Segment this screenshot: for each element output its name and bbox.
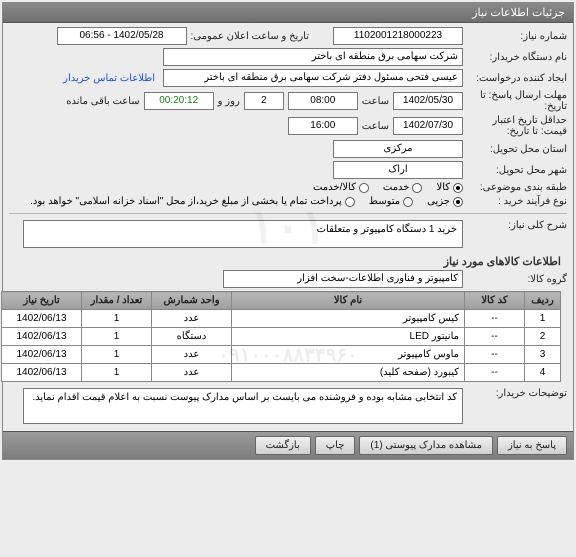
divider xyxy=(9,213,567,214)
buy-type-label: نوع فرآیند خرید : xyxy=(467,196,567,207)
table-header-row: ردیف کد کالا نام کالا واحد شمارش تعداد /… xyxy=(2,292,561,310)
group-value: کامپیوتر و فناوری اطلاعات-سخت افزار xyxy=(223,270,463,288)
need-no-label: شماره نیاز: xyxy=(467,31,567,42)
public-date-label: تاریخ و ساعت اعلان عمومی: xyxy=(191,31,310,42)
cell-code: -- xyxy=(465,364,525,382)
cell-unit: عدد xyxy=(152,346,232,364)
cell-row: 2 xyxy=(525,328,561,346)
cell-name: ماوس کامپیوتر xyxy=(232,346,465,364)
th-name: نام کالا xyxy=(232,292,465,310)
validity-time: 16:00 xyxy=(288,117,358,135)
back-button[interactable]: بازگشت xyxy=(255,436,311,455)
cell-row: 3 xyxy=(525,346,561,364)
cell-name: کیس کامپیوتر xyxy=(232,310,465,328)
cell-code: -- xyxy=(465,310,525,328)
table-row: 3--ماوس کامپیوترعدد11402/06/13 xyxy=(2,346,561,364)
desc-label: شرح کلی نیاز: xyxy=(467,220,567,231)
cell-qty: 1 xyxy=(82,328,152,346)
radio-icon xyxy=(453,183,463,193)
buy-note-check[interactable]: پرداخت تمام یا بخشی از مبلغ خرید،از محل … xyxy=(30,196,355,207)
validity-date: 1402/07/30 xyxy=(393,117,463,135)
buyer-value: شرکت سهامی برق منطقه ای باختر xyxy=(163,48,463,66)
desc-value: خرید 1 دستگاه کامپیوتر و متعلقات xyxy=(23,220,463,248)
deadline-label: مهلت ارسال پاسخ: تا تاریخ: xyxy=(467,90,567,112)
th-unit: واحد شمارش xyxy=(152,292,232,310)
cell-unit: دستگاه xyxy=(152,328,232,346)
cell-name: مانیتور LED xyxy=(232,328,465,346)
days-value: 2 xyxy=(244,92,284,110)
class-both-radio[interactable]: کالا/خدمت xyxy=(313,182,369,193)
main-panel: جزئیات اطلاعات نیاز ۱۰۱ شماره نیاز: 1102… xyxy=(2,2,574,460)
panel-header: جزئیات اطلاعات نیاز xyxy=(3,3,573,23)
th-row: ردیف xyxy=(525,292,561,310)
cell-qty: 1 xyxy=(82,310,152,328)
buy-radio-group: جزیی متوسط xyxy=(369,196,463,207)
cell-code: -- xyxy=(465,328,525,346)
buy-partial-radio[interactable]: جزیی xyxy=(427,196,463,207)
city-label: شهر محل تحویل: xyxy=(467,165,567,176)
creator-label: ایجاد کننده درخواست: xyxy=(467,73,567,84)
table-row: 2--مانیتور LEDدستگاه11402/06/13 xyxy=(2,328,561,346)
need-no-value: 1102001218000223 xyxy=(333,27,463,45)
buyer-note-value: کد انتخابی مشابه بوده و فروشنده می بایست… xyxy=(23,388,463,424)
group-label: گروه کالا: xyxy=(467,274,567,285)
cell-qty: 1 xyxy=(82,346,152,364)
buyer-note-label: توضیحات خریدار: xyxy=(467,388,567,399)
cell-date: 1402/06/13 xyxy=(2,328,82,346)
deadline-time: 08:00 xyxy=(288,92,358,110)
city-value: اراک xyxy=(333,161,463,179)
day-and: روز و xyxy=(218,96,240,107)
contact-link[interactable]: اطلاعات تماس خریدار xyxy=(63,73,155,84)
cell-unit: عدد xyxy=(152,310,232,328)
cell-unit: عدد xyxy=(152,364,232,382)
deadline-date: 1402/05/30 xyxy=(393,92,463,110)
validity-label: حداقل تاریخ اعتبار قیمت: تا تاریخ: xyxy=(467,115,567,137)
public-date-value: 1402/05/28 - 06:56 xyxy=(57,27,187,45)
panel-title: جزئیات اطلاعات نیاز xyxy=(472,7,565,19)
class-goods-radio[interactable]: کالا xyxy=(436,182,463,193)
class-service-radio[interactable]: خدمت xyxy=(383,182,423,193)
province-value: مرکزی xyxy=(333,140,463,158)
remain-time: 00:20:12 xyxy=(144,92,214,110)
table-row: 1--کیس کامپیوترعدد11402/06/13 xyxy=(2,310,561,328)
class-label: طبقه بندی موضوعی: xyxy=(467,182,567,193)
cell-date: 1402/06/13 xyxy=(2,310,82,328)
cell-code: -- xyxy=(465,346,525,364)
remain-text: ساعت باقی مانده xyxy=(66,96,139,107)
goods-section-title: اطلاعات کالاهای مورد نیاز xyxy=(9,251,567,270)
time-word-1: ساعت xyxy=(362,96,389,107)
attachments-button[interactable]: مشاهده مدارک پیوستی (1) xyxy=(359,436,493,455)
cell-date: 1402/06/13 xyxy=(2,364,82,382)
buyer-label: نام دستگاه خریدار: xyxy=(467,52,567,63)
th-date: تاریخ نیاز xyxy=(2,292,82,310)
th-code: کد کالا xyxy=(465,292,525,310)
th-qty: تعداد / مقدار xyxy=(82,292,152,310)
creator-value: عیسی فتحی مسئول دفتر شرکت سهامی برق منطق… xyxy=(163,69,463,87)
reply-button[interactable]: پاسخ به نیاز xyxy=(497,436,567,455)
time-word-2: ساعت xyxy=(362,121,389,132)
province-label: استان محل تحویل: xyxy=(467,144,567,155)
class-radio-group: کالا خدمت کالا/خدمت xyxy=(313,182,463,193)
cell-row: 1 xyxy=(525,310,561,328)
print-button[interactable]: چاپ xyxy=(315,436,356,455)
buy-mid-radio[interactable]: متوسط xyxy=(369,196,413,207)
radio-icon xyxy=(453,197,463,207)
radio-icon xyxy=(412,183,422,193)
cell-qty: 1 xyxy=(82,364,152,382)
footer-bar: پاسخ به نیاز مشاهده مدارک پیوستی (1) چاپ… xyxy=(3,431,573,459)
cell-row: 4 xyxy=(525,364,561,382)
goods-table: ردیف کد کالا نام کالا واحد شمارش تعداد /… xyxy=(1,291,561,382)
cell-date: 1402/06/13 xyxy=(2,346,82,364)
cell-name: کیبورد (صفحه کلید) xyxy=(232,364,465,382)
table-row: 4--کیبورد (صفحه کلید)عدد11402/06/13 xyxy=(2,364,561,382)
radio-icon xyxy=(403,197,413,207)
radio-icon xyxy=(359,183,369,193)
radio-icon xyxy=(345,197,355,207)
